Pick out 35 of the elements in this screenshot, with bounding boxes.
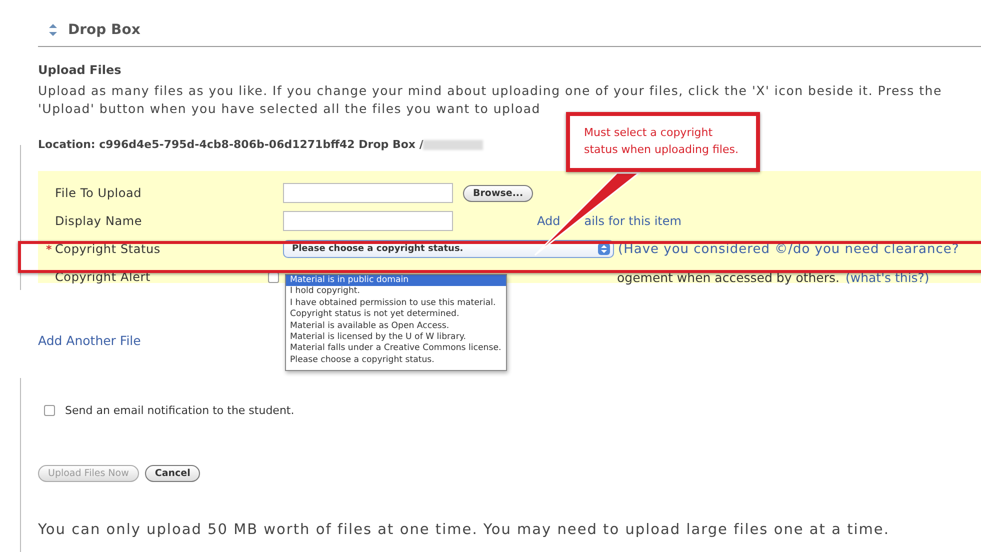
location-text: Location: c996d4e5-795d-4cb8-806b-06d1271bff42 Drop Box / <box>38 138 424 151</box>
footer-note: You can only upload 50 MB worth of files at one time. You may need to upload large files one at a time. <box>38 522 890 538</box>
section-title: Upload Files <box>38 63 122 77</box>
field-label: Copyright Alert <box>55 270 152 284</box>
form-button[interactable]: Cancel <box>144 465 200 482</box>
file-field[interactable] <box>283 183 453 203</box>
display-name-field[interactable] <box>283 211 453 231</box>
add-details-link[interactable]: ails for this item <box>584 214 682 228</box>
dropdown-option[interactable]: I have obtained permission to use this material. <box>286 298 506 310</box>
dropdown-option[interactable]: Material is licensed by the U of W library. <box>286 332 506 344</box>
dropdown-option[interactable]: Material falls under a Creative Commons license. <box>286 343 506 355</box>
instruction-text: 'Upload' button when you have selected all the files you want to upload <box>38 100 542 118</box>
add-another-file-link[interactable]: Add Another File <box>38 333 141 348</box>
dropdown-option[interactable]: I hold copyright. <box>286 286 506 298</box>
add-details-link[interactable]: Add <box>537 214 560 228</box>
instruction-text: Upload as many files as you like. If you change your mind about uploading one of your files, click the 'X' icon beside it. Press the <box>38 82 943 100</box>
blurred-name <box>423 140 484 150</box>
clearance-link[interactable]: (Have you considered ©/do you need clearance? <box>618 242 960 256</box>
dropdown-option[interactable]: Material is in public domain <box>286 275 506 286</box>
dropdown-option[interactable]: Please choose a copyright status. <box>286 354 506 366</box>
required-icon: * <box>46 242 52 256</box>
stepper-icon <box>598 243 610 255</box>
browse-button[interactable]: Browse... <box>463 184 534 202</box>
notify-checkbox[interactable] <box>44 405 55 416</box>
field-label: Display Name <box>55 214 144 228</box>
field-label: Copyright Status <box>55 242 162 256</box>
notify-label: Send an email notification to the student. <box>65 404 294 417</box>
page-title: Drop Box <box>68 22 140 38</box>
field-label: File To Upload <box>55 186 143 200</box>
dropdown-option[interactable]: Copyright status is not yet determined. <box>286 309 506 321</box>
dropdown-option[interactable]: Material is available as Open Access. <box>286 320 506 332</box>
arrows-icon <box>48 24 58 36</box>
alert-text: ogement when accessed by others. <box>617 270 840 284</box>
whats-this-link[interactable]: (what's this?) <box>845 270 930 284</box>
callout-text: Must select a copyright status when uploading files. <box>584 126 738 156</box>
